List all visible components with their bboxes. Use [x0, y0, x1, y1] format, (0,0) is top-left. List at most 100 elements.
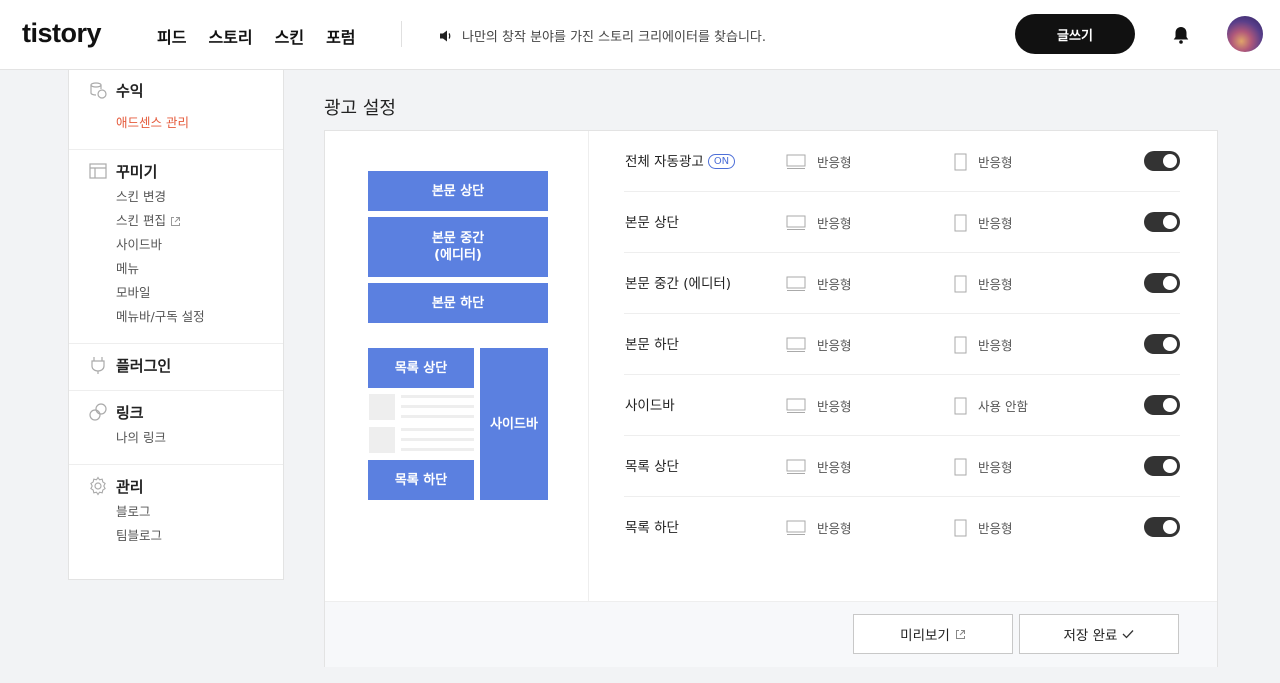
link-icon [89, 403, 107, 421]
sidebar-item-skin-edit[interactable]: 스킨 편집 [69, 209, 283, 233]
nav-skin[interactable]: 스킨 [275, 24, 304, 48]
write-button[interactable]: 글쓰기 [1015, 14, 1135, 54]
pc-setting[interactable]: 반응형 [786, 131, 852, 192]
ad-layout-preview: 본문 상단 본문 중간 (에디터) 본문 하단 목록 상단 목록 하단 사이드바 [325, 131, 589, 601]
save-button[interactable]: 저장 완료 [1019, 614, 1179, 654]
monitor-icon [786, 459, 806, 474]
pc-setting[interactable]: 반응형 [786, 314, 852, 375]
placeholder-line [401, 438, 474, 441]
pc-setting[interactable]: 반응형 [786, 375, 852, 436]
external-link-icon [170, 217, 180, 226]
toggle-switch[interactable] [1144, 212, 1180, 232]
monitor-icon [786, 520, 806, 535]
sidebar-section-link: 링크 나의 링크 [69, 391, 283, 465]
mobile-icon [954, 153, 967, 170]
sidebar-section-decorate: 꾸미기 스킨 변경 스킨 편집 사이드바 메뉴 모바일 메뉴바/구독 설정 [69, 150, 283, 344]
preview-button[interactable]: 미리보기 [853, 614, 1013, 654]
pc-setting[interactable]: 반응형 [786, 192, 852, 253]
toggle-switch[interactable] [1144, 517, 1180, 537]
ad-row-sidebar: 사이드바 반응형 사용 안함 [624, 375, 1180, 436]
mobile-icon [954, 336, 967, 353]
pc-setting[interactable]: 반응형 [786, 253, 852, 314]
toggle-switch[interactable] [1144, 273, 1180, 293]
main-nav: 피드 스토리 스킨 포럼 [157, 24, 356, 48]
mobile-icon [954, 214, 967, 231]
pc-value: 반응형 [817, 399, 852, 414]
pc-value: 반응형 [817, 521, 852, 536]
monitor-icon [786, 276, 806, 291]
ad-row-body-bottom: 본문 하단 반응형 반응형 [624, 314, 1180, 375]
panel-footer: 미리보기 저장 완료 [325, 601, 1217, 667]
mobile-icon [954, 275, 967, 292]
preview-list-bottom[interactable]: 목록 하단 [368, 460, 474, 500]
sidebar-title-manage[interactable]: 관리 [116, 476, 144, 497]
user-avatar[interactable] [1227, 16, 1263, 52]
nav-feed[interactable]: 피드 [157, 24, 186, 48]
placeholder-line [401, 428, 474, 431]
toggle-switch[interactable] [1144, 395, 1180, 415]
toggle-switch[interactable] [1144, 456, 1180, 476]
mobile-setting[interactable]: 사용 안함 [954, 375, 1028, 436]
plug-icon [91, 357, 105, 374]
mobile-setting[interactable]: 반응형 [954, 314, 1013, 375]
pc-value: 반응형 [817, 155, 852, 170]
mobile-value: 반응형 [978, 216, 1013, 231]
pc-setting[interactable]: 반응형 [786, 436, 852, 497]
layout-icon [89, 163, 107, 179]
gear-icon [90, 476, 106, 496]
skin-edit-label: 스킨 편집 [116, 213, 166, 228]
tistory-logo[interactable]: tistory [22, 18, 102, 49]
pc-setting[interactable]: 반응형 [786, 497, 852, 558]
sidebar-item-menubar[interactable]: 메뉴바/구독 설정 [69, 305, 283, 329]
mobile-setting[interactable]: 반응형 [954, 192, 1013, 253]
pc-value: 반응형 [817, 216, 852, 231]
mobile-setting[interactable]: 반응형 [954, 436, 1013, 497]
placeholder-line [401, 415, 474, 418]
notice-banner[interactable]: 나만의 창작 분야를 가진 스토리 크리에이터를 찾습니다. [438, 26, 766, 45]
nav-story[interactable]: 스토리 [208, 24, 252, 48]
preview-body-top[interactable]: 본문 상단 [368, 171, 548, 211]
mobile-value: 반응형 [978, 277, 1013, 292]
toggle-switch[interactable] [1144, 151, 1180, 171]
pc-value: 반응형 [817, 460, 852, 475]
sidebar-item-team-blog[interactable]: 팀블로그 [69, 524, 283, 548]
toggle-switch[interactable] [1144, 334, 1180, 354]
save-button-label: 저장 완료 [1063, 628, 1118, 644]
bell-icon[interactable] [1170, 24, 1192, 46]
preview-sidebar[interactable]: 사이드바 [480, 348, 548, 500]
sidebar-item-mobile[interactable]: 모바일 [69, 281, 283, 305]
nav-forum[interactable]: 포럼 [326, 24, 355, 48]
sidebar-item-menu[interactable]: 메뉴 [69, 257, 283, 281]
monitor-icon [786, 337, 806, 352]
placeholder-line [401, 405, 474, 408]
sidebar-item-blog[interactable]: 블로그 [69, 500, 283, 524]
ad-row-list-bottom: 목록 하단 반응형 반응형 [624, 497, 1180, 558]
preview-body-bottom[interactable]: 본문 하단 [368, 283, 548, 323]
mobile-setting[interactable]: 반응형 [954, 253, 1013, 314]
mobile-setting[interactable]: 반응형 [954, 131, 1013, 192]
ad-row-body-middle: 본문 중간 (에디터) 반응형 반응형 [624, 253, 1180, 314]
preview-body-middle[interactable]: 본문 중간 (에디터) [368, 217, 548, 277]
ad-row-auto: 전체 자동광고 ON 반응형 반응형 [624, 131, 1180, 192]
sidebar-title-revenue[interactable]: 수익 [116, 80, 144, 101]
sidebar-title-link[interactable]: 링크 [116, 402, 144, 423]
mobile-value: 사용 안함 [978, 399, 1028, 414]
sidebar-section-manage: 관리 블로그 팀블로그 [69, 465, 283, 562]
sidebar-item-skin-change[interactable]: 스킨 변경 [69, 185, 283, 209]
ad-row-label: 목록 하단 [625, 519, 679, 536]
coins-icon [90, 82, 107, 99]
sidebar-item-my-link[interactable]: 나의 링크 [69, 426, 283, 450]
sidebar-item-adsense[interactable]: 애드센스 관리 [69, 111, 283, 135]
top-header: tistory 피드 스토리 스킨 포럼 나만의 창작 분야를 가진 스토리 크… [0, 0, 1280, 70]
placeholder-thumb [369, 394, 395, 420]
mobile-value: 반응형 [978, 460, 1013, 475]
preview-list-top[interactable]: 목록 상단 [368, 348, 474, 388]
sidebar-title-decorate[interactable]: 꾸미기 [116, 161, 157, 182]
placeholder-thumb [369, 427, 395, 453]
sidebar-item-sidebar[interactable]: 사이드바 [69, 233, 283, 257]
settings-sidebar: 수익 애드센스 관리 꾸미기 스킨 변경 스킨 편집 사이드바 메뉴 모바일 메… [68, 70, 284, 580]
placeholder-line [401, 395, 474, 398]
sidebar-title-plugin[interactable]: 플러그인 [116, 355, 171, 376]
mobile-icon [954, 458, 967, 475]
mobile-setting[interactable]: 반응형 [954, 497, 1013, 558]
